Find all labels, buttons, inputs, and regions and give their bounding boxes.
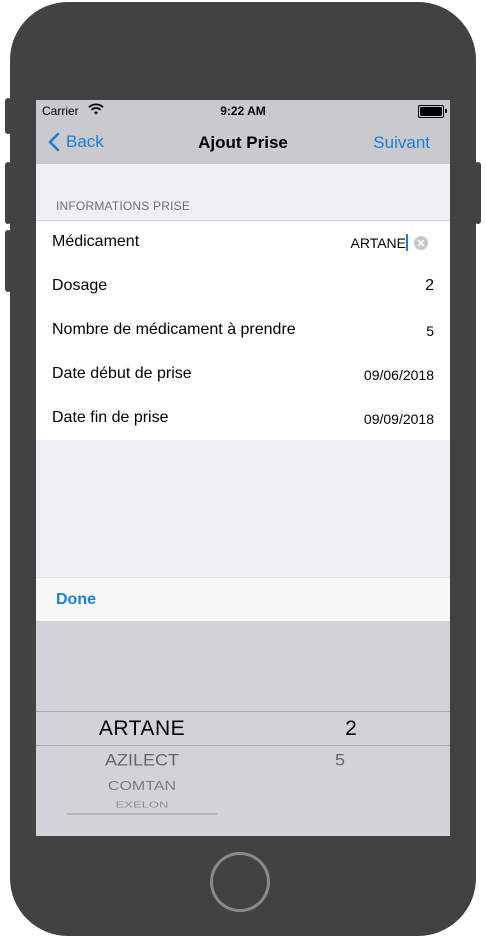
picker-dose-option[interactable]: 5 [248, 751, 432, 770]
date-fin-row[interactable]: Date fin de prise 09/09/2018 [36, 397, 450, 441]
done-button[interactable]: Done [56, 591, 96, 609]
form-list: Médicament Dosage 2 Nombre de médicament… [36, 220, 450, 440]
battery-icon [418, 105, 447, 118]
date-debut-value: 09/06/2018 [363, 367, 434, 383]
medicament-input[interactable] [286, 234, 406, 251]
status-bar: Carrier 9:22 AM [36, 100, 450, 120]
dosage-value: 2 [425, 277, 434, 294]
medicament-label: Médicament [52, 233, 140, 250]
date-fin-value: 09/09/2018 [363, 411, 434, 427]
chevron-left-icon [48, 132, 60, 152]
dosage-row[interactable]: Dosage 2 [36, 265, 450, 309]
nombre-row[interactable]: Nombre de médicament à prendre 5 [36, 309, 450, 353]
date-debut-label: Date début de prise [52, 365, 192, 382]
picker-medication-option[interactable]: ARTANE [36, 717, 248, 741]
back-button[interactable]: Back [48, 132, 104, 152]
date-fin-label: Date fin de prise [52, 409, 169, 426]
date-debut-row[interactable]: Date début de prise 09/06/2018 [36, 353, 450, 397]
next-button[interactable]: Suivant [373, 133, 430, 153]
medicament-field [286, 234, 428, 251]
home-button[interactable] [210, 852, 270, 912]
picker-dose-option[interactable]: 2 [248, 717, 450, 741]
nombre-value: 5 [426, 323, 434, 339]
picker-toolbar: Done [36, 577, 450, 622]
dose-picker-column[interactable]: 2 5 [248, 621, 450, 836]
dosage-label: Dosage [52, 277, 108, 294]
clear-text-button[interactable] [414, 235, 428, 250]
picker-view[interactable]: ARTANE AZILECT COMTAN EXELON 2 5 [36, 621, 450, 836]
status-time: 9:22 AM [220, 104, 266, 118]
medicament-row[interactable]: Médicament [36, 221, 450, 265]
picker-faded-row [36, 813, 248, 816]
section-header: INFORMATIONS PRISE [56, 199, 191, 213]
close-icon [417, 239, 425, 246]
screen: Carrier 9:22 AM Back Ajout Prise Suivant… [36, 100, 450, 836]
navigation-bar: Back Ajout Prise Suivant [36, 120, 450, 164]
nombre-label: Nombre de médicament à prendre [52, 321, 296, 338]
picker-medication-option[interactable]: COMTAN [36, 780, 248, 794]
picker-medication-option[interactable]: EXELON [36, 800, 248, 809]
medication-picker-column[interactable]: ARTANE AZILECT COMTAN EXELON [36, 621, 248, 836]
picker-medication-option[interactable]: AZILECT [36, 751, 248, 770]
back-label: Back [66, 132, 104, 151]
text-cursor [406, 234, 408, 251]
